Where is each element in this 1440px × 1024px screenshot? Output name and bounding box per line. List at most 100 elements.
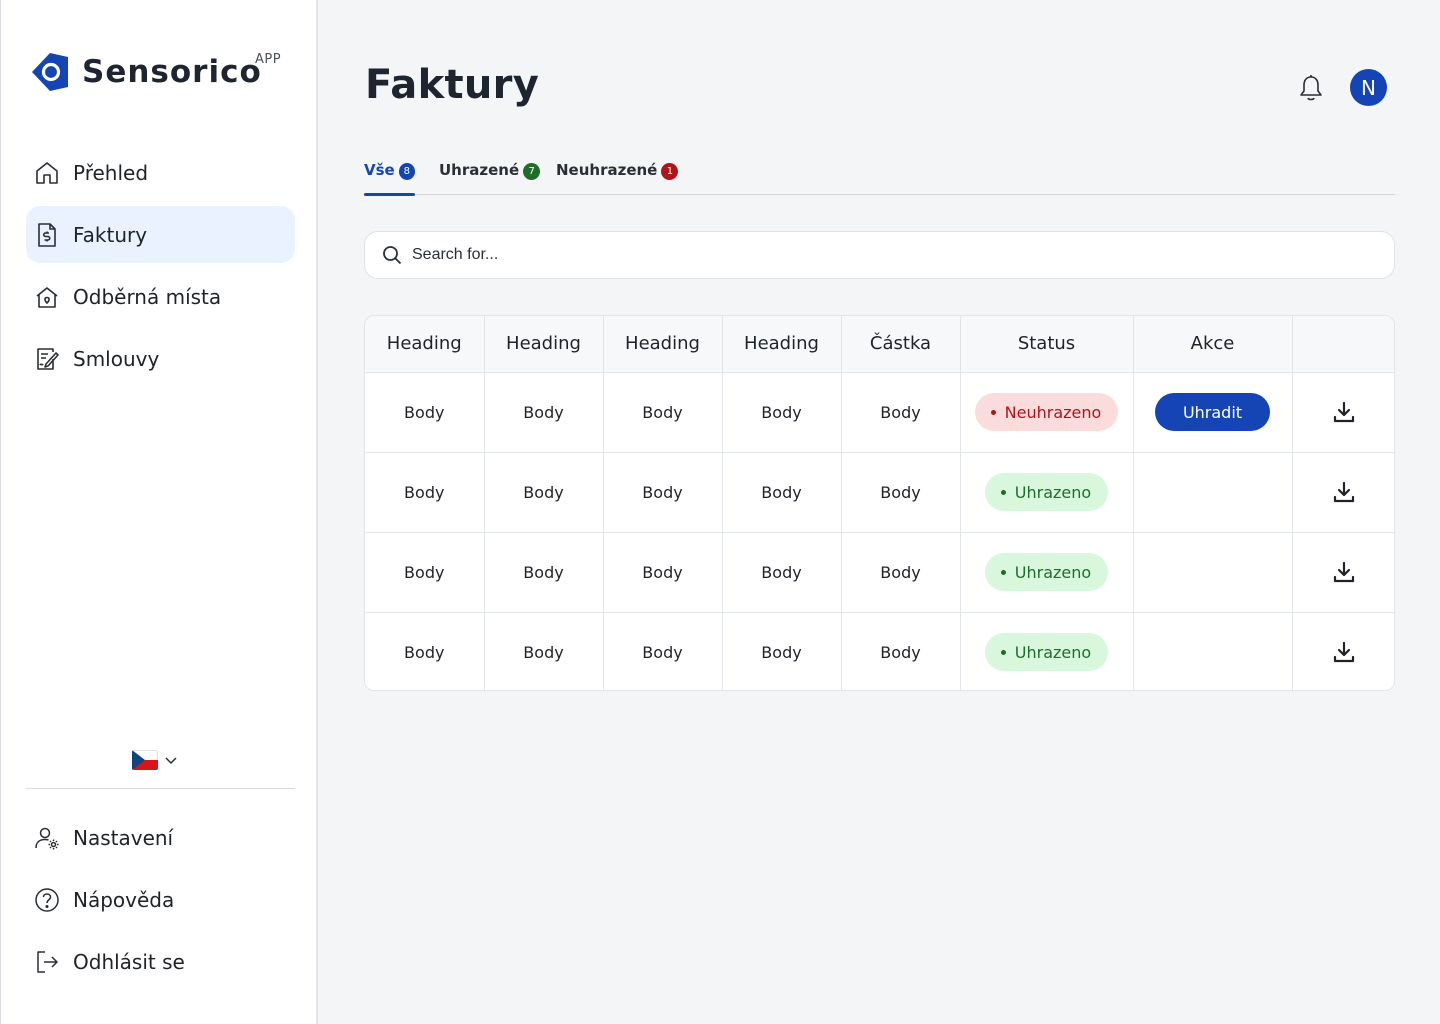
sidebar-item-odhlasit[interactable]: Odhlásit se	[26, 933, 295, 990]
sidebar-item-nastaveni[interactable]: Nastavení	[26, 809, 295, 866]
sidebar-item-label: Smlouvy	[73, 346, 160, 371]
status-label: Uhrazeno	[1014, 482, 1092, 502]
sidebar-item-label: Faktury	[73, 222, 148, 247]
table-cell-download	[1292, 452, 1394, 533]
sidebar-item-prehled[interactable]: Přehled	[26, 144, 295, 201]
tab-label: Uhrazené	[439, 161, 520, 179]
table-cell-download	[1292, 612, 1394, 690]
table-row: Body Body Body Body Body Neuhrazeno Uhra…	[365, 372, 1394, 453]
sidebar: Sensorico APP Přehled Faktury Odběrná mí…	[0, 0, 318, 1024]
main-nav: Přehled Faktury Odběrná místa Smlouvy	[26, 144, 295, 392]
sidebar-item-label: Nápověda	[73, 887, 175, 912]
brand-name: Sensorico	[82, 54, 262, 90]
sidebar-item-label: Přehled	[73, 160, 149, 185]
pay-button[interactable]: Uhradit	[1155, 393, 1270, 431]
table-cell-amount: Body	[841, 612, 961, 690]
download-icon[interactable]	[1332, 400, 1356, 424]
czech-flag-icon	[132, 750, 158, 770]
help-icon	[34, 887, 60, 913]
download-icon[interactable]	[1332, 640, 1356, 664]
status-label: Uhrazeno	[1014, 562, 1092, 582]
table-cell: Body	[722, 372, 842, 453]
logout-icon	[34, 949, 60, 975]
filter-tabs: Vše 8 Uhrazené 7 Neuhrazené 1	[364, 155, 1395, 196]
table-cell: Body	[365, 372, 485, 453]
user-settings-icon	[34, 825, 60, 851]
table-row: Body Body Body Body Body Uhrazeno	[365, 612, 1394, 690]
table-cell: Body	[484, 372, 604, 453]
sidebar-item-napoveda[interactable]: Nápověda	[26, 871, 295, 928]
table-cell: Body	[365, 612, 485, 690]
sidebar-item-label: Nastavení	[73, 825, 174, 850]
column-header[interactable]: Heading	[484, 316, 604, 373]
tab-label: Neuhrazené	[556, 161, 658, 179]
sidebar-item-label: Odběrná místa	[73, 284, 222, 309]
table-cell-action: Uhradit	[1133, 372, 1293, 453]
status-badge: Uhrazeno	[984, 553, 1109, 591]
sidebar-item-odberna-mista[interactable]: Odběrná místa	[26, 268, 295, 325]
sidebar-item-faktury[interactable]: Faktury	[26, 206, 295, 263]
table-cell-amount: Body	[841, 372, 961, 453]
table-cell: Body	[603, 372, 723, 453]
table-header-row: Heading Heading Heading Heading Částka S…	[365, 316, 1394, 373]
tab-neuhrazene[interactable]: Neuhrazené 1	[556, 155, 679, 195]
column-header[interactable]: Heading	[722, 316, 842, 373]
tab-uhrazene[interactable]: Uhrazené 7	[439, 155, 541, 195]
table-cell-action	[1133, 452, 1293, 533]
table-cell-status: Uhrazeno	[960, 532, 1134, 613]
column-header-amount[interactable]: Částka	[841, 316, 961, 373]
invoice-icon	[34, 222, 60, 248]
status-dot	[1000, 649, 1006, 655]
status-label: Uhrazeno	[1014, 642, 1092, 662]
table-cell-download	[1292, 372, 1394, 453]
status-badge: Neuhrazeno	[974, 393, 1119, 431]
table-cell: Body	[365, 452, 485, 533]
table-cell: Body	[722, 612, 842, 690]
home-icon	[34, 160, 60, 186]
table-cell-action	[1133, 532, 1293, 613]
chevron-down-icon	[165, 757, 177, 765]
table-cell: Body	[603, 452, 723, 533]
table-row: Body Body Body Body Body Uhrazeno	[365, 532, 1394, 613]
page-title: Faktury	[365, 62, 540, 108]
table-cell-action	[1133, 612, 1293, 690]
tab-vse[interactable]: Vše 8	[364, 155, 415, 196]
status-badge: Uhrazeno	[984, 473, 1109, 511]
column-header-status[interactable]: Status	[960, 316, 1134, 373]
status-dot	[1000, 569, 1006, 575]
table-row: Body Body Body Body Body Uhrazeno	[365, 452, 1394, 533]
search-input[interactable]	[412, 246, 1312, 264]
sidebar-item-smlouvy[interactable]: Smlouvy	[26, 330, 295, 387]
avatar[interactable]: N	[1350, 69, 1387, 106]
tab-count-badge: 8	[398, 163, 415, 180]
table-cell: Body	[484, 612, 604, 690]
tab-label: Vše	[364, 161, 395, 179]
sidebar-divider	[26, 788, 295, 789]
table-cell-download	[1292, 532, 1394, 613]
table-cell: Body	[722, 452, 842, 533]
table-cell-status: Uhrazeno	[960, 612, 1134, 690]
brand-logo[interactable]: Sensorico APP	[30, 50, 281, 94]
table-cell: Body	[484, 532, 604, 613]
bell-icon[interactable]	[1297, 73, 1325, 103]
status-dot	[1000, 489, 1006, 495]
column-header-action[interactable]: Akce	[1133, 316, 1293, 373]
download-icon[interactable]	[1332, 560, 1356, 584]
table-cell: Body	[365, 532, 485, 613]
table-cell: Body	[603, 532, 723, 613]
table-cell: Body	[603, 612, 723, 690]
column-header[interactable]: Heading	[603, 316, 723, 373]
download-icon[interactable]	[1332, 480, 1356, 504]
table-cell-amount: Body	[841, 532, 961, 613]
table-cell-amount: Body	[841, 452, 961, 533]
search-bar	[364, 231, 1395, 279]
house-pin-icon	[34, 284, 60, 310]
table-cell-status: Neuhrazeno	[960, 372, 1134, 453]
language-selector[interactable]	[132, 750, 179, 770]
brand-suffix: APP	[255, 52, 282, 67]
invoice-table: Heading Heading Heading Heading Částka S…	[364, 315, 1395, 691]
column-header[interactable]: Heading	[365, 316, 485, 373]
table-cell: Body	[722, 532, 842, 613]
tab-count-badge: 7	[523, 163, 541, 180]
table-cell-status: Uhrazeno	[960, 452, 1134, 533]
